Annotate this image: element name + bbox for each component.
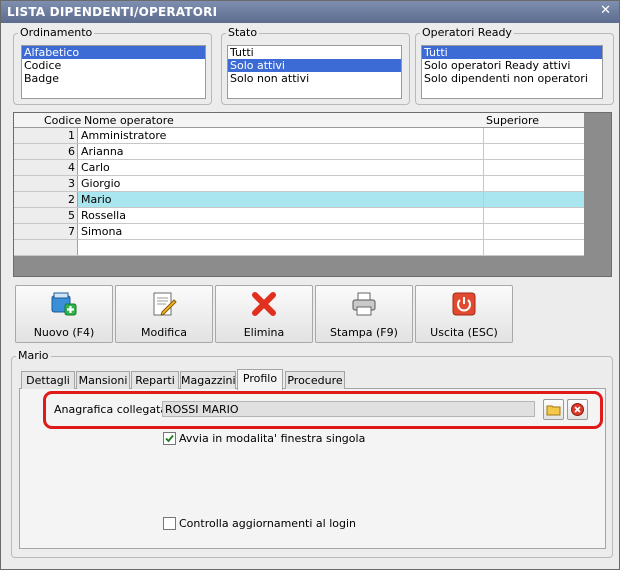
row-code: 5 (14, 208, 78, 223)
operatori-ready-list[interactable]: Tutti Solo operatori Ready attivi Solo d… (421, 45, 603, 99)
modifica-button[interactable]: Modifica (115, 285, 213, 343)
nuovo-button[interactable]: Nuovo (F4) (15, 285, 113, 343)
power-icon (452, 292, 476, 316)
tab-profilo[interactable]: Profilo (237, 369, 283, 390)
list-item[interactable]: Tutti (228, 46, 401, 59)
column-divider (483, 176, 484, 191)
anagrafica-field[interactable]: ROSSI MARIO (162, 401, 535, 417)
row-name: Arianna (81, 145, 124, 158)
row-name: Mario (81, 193, 112, 206)
controlla-checkbox[interactable] (163, 517, 176, 530)
new-record-icon (51, 292, 77, 316)
ordinamento-label: Ordinamento (18, 26, 95, 39)
list-item[interactable]: Solo dipendenti non operatori (422, 72, 602, 85)
table-row[interactable]: 3 Giorgio (14, 176, 584, 192)
stampa-button[interactable]: Stampa (F9) (315, 285, 413, 343)
list-item[interactable]: Tutti (422, 46, 602, 59)
tab-mansioni[interactable]: Mansioni (76, 371, 130, 389)
row-code: 6 (14, 144, 78, 159)
row-name: Amministratore (81, 129, 167, 142)
table-row-selected[interactable]: 2 Mario (14, 192, 584, 208)
uscita-label: Uscita (ESC) (430, 326, 498, 339)
table-row-empty[interactable] (14, 240, 584, 256)
column-divider (483, 240, 484, 255)
elimina-button[interactable]: Elimina (215, 285, 313, 343)
row-name: Giorgio (81, 177, 121, 190)
row-name: Simona (81, 225, 123, 238)
column-divider (483, 224, 484, 239)
column-header-nome[interactable]: Nome operatore (84, 114, 174, 127)
window-title: LISTA DIPENDENTI/OPERATORI (7, 5, 218, 19)
controlla-label: Controlla aggiornamenti al login (179, 517, 356, 530)
operatori-ready-label: Operatori Ready (420, 26, 514, 39)
uscita-button[interactable]: Uscita (ESC) (415, 285, 513, 343)
clear-button[interactable] (567, 399, 588, 420)
clear-icon (571, 403, 584, 416)
row-code: 7 (14, 224, 78, 239)
anagrafica-label: Anagrafica collegata : (54, 403, 175, 416)
edit-icon (153, 292, 177, 316)
row-code: 4 (14, 160, 78, 175)
list-item[interactable]: Solo operatori Ready attivi (422, 59, 602, 72)
table-row[interactable]: 5 Rossella (14, 208, 584, 224)
list-item[interactable]: Codice (22, 59, 205, 72)
tab-procedure[interactable]: Procedure (285, 371, 345, 389)
column-header-superiore[interactable]: Superiore (486, 114, 539, 127)
tab-reparti[interactable]: Reparti (131, 371, 179, 389)
stato-label: Stato (226, 26, 260, 39)
modifica-label: Modifica (141, 326, 187, 339)
row-code: 1 (14, 128, 78, 143)
list-item[interactable]: Solo attivi (228, 59, 401, 72)
row-code (14, 240, 78, 255)
ordinamento-list[interactable]: Alfabetico Codice Badge (21, 45, 206, 99)
close-icon[interactable]: ✕ (600, 3, 611, 18)
stato-list[interactable]: Tutti Solo attivi Solo non attivi (227, 45, 402, 99)
row-code: 2 (14, 192, 78, 207)
elimina-label: Elimina (243, 326, 285, 339)
row-name: Carlo (81, 161, 110, 174)
column-divider (483, 128, 484, 143)
list-item[interactable]: Badge (22, 72, 205, 85)
list-item[interactable]: Solo non attivi (228, 72, 401, 85)
tab-magazzini[interactable]: Magazzini (180, 371, 236, 389)
main-window: LISTA DIPENDENTI/OPERATORI ✕ Ordinamento… (0, 0, 620, 570)
avvia-checkbox[interactable] (163, 432, 176, 445)
title-bar: LISTA DIPENDENTI/OPERATORI ✕ (1, 1, 619, 23)
tab-dettagli[interactable]: Dettagli (21, 371, 75, 389)
grid-header: Codice Nome operatore Superiore (14, 113, 584, 128)
checkmark-icon (165, 434, 174, 443)
table-row[interactable]: 6 Arianna (14, 144, 584, 160)
row-name: Rossella (81, 209, 126, 222)
browse-button[interactable] (543, 399, 564, 420)
operators-grid[interactable]: Codice Nome operatore Superiore 1 Amminis… (13, 112, 612, 277)
table-row[interactable]: 4 Carlo (14, 160, 584, 176)
folder-icon (546, 405, 561, 416)
nuovo-label: Nuovo (F4) (33, 326, 95, 339)
delete-icon (252, 292, 276, 316)
list-item[interactable]: Alfabetico (22, 46, 205, 59)
column-divider (483, 192, 484, 207)
row-code: 3 (14, 176, 78, 191)
stampa-label: Stampa (F9) (330, 326, 398, 339)
column-divider (483, 144, 484, 159)
column-divider (483, 160, 484, 175)
table-row[interactable]: 7 Simona (14, 224, 584, 240)
column-divider (483, 208, 484, 223)
column-header-codice[interactable]: Codice (44, 114, 81, 127)
table-row[interactable]: 1 Amministratore (14, 128, 584, 144)
printer-icon (352, 292, 376, 316)
detail-group-label: Mario (16, 349, 51, 362)
avvia-label: Avvia in modalita' finestra singola (179, 432, 366, 445)
